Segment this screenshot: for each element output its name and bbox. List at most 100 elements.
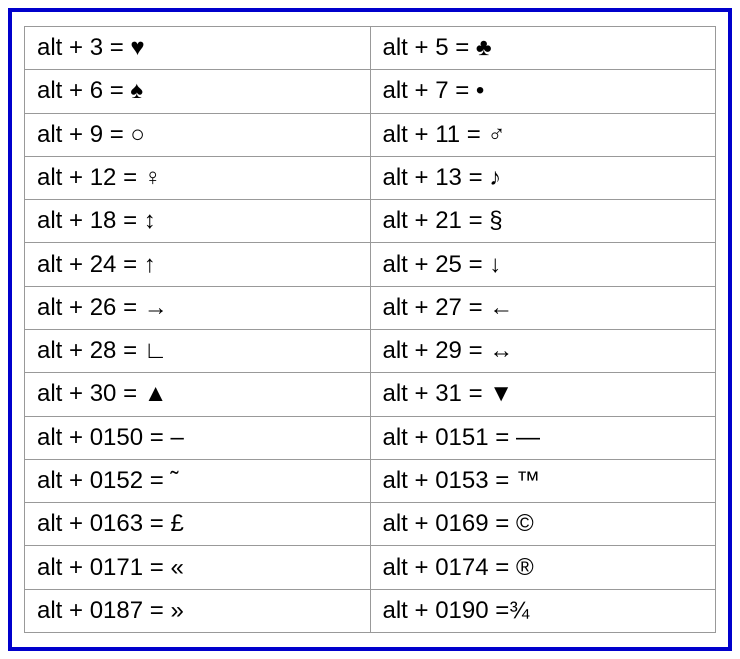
alt-code-text: alt + 0187 = [37, 597, 170, 624]
table-row: alt + 12 = ♀alt + 13 = ♪ [25, 156, 716, 199]
alt-code-symbol: • [476, 77, 484, 104]
alt-code-text: alt + 26 = [37, 294, 144, 321]
alt-code-text: alt + 0169 = [383, 510, 516, 537]
alt-code-cell-left: alt + 24 = ↑ [25, 243, 371, 286]
alt-code-text: alt + 28 = [37, 337, 144, 364]
alt-code-cell-left: alt + 0187 = » [25, 589, 371, 632]
alt-code-text: alt + 0152 = [37, 467, 170, 494]
alt-code-symbol: ™ [516, 467, 540, 494]
alt-code-symbol: ♪ [489, 164, 501, 191]
alt-code-text: alt + 27 = [383, 294, 490, 321]
alt-code-cell-right: alt + 29 = ↔ [370, 329, 716, 372]
alt-code-text: alt + 30 = [37, 380, 144, 407]
alt-code-cell-right: alt + 0151 = — [370, 416, 716, 459]
alt-code-cell-left: alt + 28 = ∟ [25, 329, 371, 372]
alt-code-symbol: ▼ [489, 380, 513, 407]
alt-code-text: alt + 5 = [383, 34, 476, 61]
alt-code-cell-left: alt + 9 = ○ [25, 113, 371, 156]
alt-code-symbol: ↕ [144, 207, 156, 234]
alt-code-cell-left: alt + 0150 = – [25, 416, 371, 459]
alt-code-symbol: — [516, 424, 540, 451]
table-row: alt + 30 = ▲alt + 31 = ▼ [25, 373, 716, 416]
table-row: alt + 24 = ↑alt + 25 = ↓ [25, 243, 716, 286]
alt-code-text: alt + 13 = [383, 164, 490, 191]
alt-code-reference-table: alt + 3 = ♥alt + 5 = ♣alt + 6 = ♠alt + 7… [8, 8, 732, 651]
alt-code-symbol: £ [170, 510, 183, 537]
alt-code-symbol: ¾ [509, 597, 529, 624]
alt-code-text: alt + 29 = [383, 337, 490, 364]
alt-code-symbol: © [516, 510, 534, 537]
alt-code-cell-right: alt + 27 = ← [370, 286, 716, 329]
table-row: alt + 3 = ♥alt + 5 = ♣ [25, 27, 716, 70]
alt-code-text: alt + 0150 = [37, 424, 170, 451]
alt-code-text: alt + 0151 = [383, 424, 516, 451]
table-row: alt + 0150 = –alt + 0151 = — [25, 416, 716, 459]
alt-code-cell-right: alt + 31 = ▼ [370, 373, 716, 416]
alt-code-cell-left: alt + 12 = ♀ [25, 156, 371, 199]
alt-code-cell-left: alt + 0152 = ˜ [25, 459, 371, 502]
alt-code-symbol: § [489, 207, 502, 234]
alt-code-symbol: ♂ [487, 121, 505, 148]
alt-code-text: alt + 0163 = [37, 510, 170, 537]
alt-code-symbol: ← [489, 294, 513, 321]
alt-code-text: alt + 7 = [383, 77, 476, 104]
alt-code-symbol: ○ [130, 121, 145, 148]
table-row: alt + 6 = ♠alt + 7 = • [25, 70, 716, 113]
alt-code-cell-right: alt + 7 = • [370, 70, 716, 113]
alt-code-text: alt + 9 = [37, 121, 130, 148]
table-row: alt + 28 = ∟alt + 29 = ↔ [25, 329, 716, 372]
alt-code-cell-right: alt + 0169 = © [370, 503, 716, 546]
alt-code-text: alt + 3 = [37, 34, 130, 61]
alt-code-cell-left: alt + 0163 = £ [25, 503, 371, 546]
alt-code-text: alt + 21 = [383, 207, 490, 234]
alt-code-symbol: → [144, 294, 168, 321]
alt-code-table: alt + 3 = ♥alt + 5 = ♣alt + 6 = ♠alt + 7… [24, 26, 716, 633]
alt-code-symbol: ® [516, 554, 534, 581]
table-row: alt + 0171 = «alt + 0174 = ® [25, 546, 716, 589]
table-row: alt + 0187 = »alt + 0190 =¾ [25, 589, 716, 632]
alt-code-cell-right: alt + 13 = ♪ [370, 156, 716, 199]
alt-code-symbol: ∟ [144, 337, 168, 364]
alt-code-cell-left: alt + 0171 = « [25, 546, 371, 589]
alt-code-cell-right: alt + 0190 =¾ [370, 589, 716, 632]
alt-code-text: alt + 18 = [37, 207, 144, 234]
alt-code-text: alt + 12 = [37, 164, 144, 191]
alt-code-symbol: « [170, 554, 183, 581]
alt-code-symbol: ↓ [489, 251, 501, 278]
alt-code-text: alt + 31 = [383, 380, 490, 407]
alt-code-text: alt + 0190 = [383, 597, 510, 624]
alt-code-symbol: ↑ [144, 251, 156, 278]
alt-code-cell-right: alt + 25 = ↓ [370, 243, 716, 286]
alt-code-cell-right: alt + 0153 = ™ [370, 459, 716, 502]
alt-code-cell-right: alt + 5 = ♣ [370, 27, 716, 70]
alt-code-symbol: ♠ [130, 77, 143, 104]
alt-code-text: alt + 24 = [37, 251, 144, 278]
alt-code-symbol: – [170, 424, 183, 451]
table-row: alt + 18 = ↕alt + 21 = § [25, 200, 716, 243]
alt-code-symbol: ▲ [144, 380, 168, 407]
alt-code-symbol: ♀ [144, 164, 162, 191]
alt-code-cell-right: alt + 0174 = ® [370, 546, 716, 589]
alt-code-symbol: ˜ [170, 467, 178, 494]
alt-code-text: alt + 0153 = [383, 467, 516, 494]
alt-code-cell-left: alt + 26 = → [25, 286, 371, 329]
alt-code-cell-right: alt + 11 = ♂ [370, 113, 716, 156]
alt-code-symbol: ♣ [476, 34, 492, 61]
alt-code-cell-left: alt + 6 = ♠ [25, 70, 371, 113]
alt-code-text: alt + 0171 = [37, 554, 170, 581]
alt-code-text: alt + 25 = [383, 251, 490, 278]
alt-code-cell-left: alt + 18 = ↕ [25, 200, 371, 243]
alt-code-cell-left: alt + 30 = ▲ [25, 373, 371, 416]
alt-code-text: alt + 11 = [383, 121, 488, 148]
alt-code-text: alt + 6 = [37, 77, 130, 104]
table-row: alt + 0163 = £alt + 0169 = © [25, 503, 716, 546]
alt-code-cell-left: alt + 3 = ♥ [25, 27, 371, 70]
table-row: alt + 26 = →alt + 27 = ← [25, 286, 716, 329]
alt-code-symbol: ↔ [489, 337, 513, 364]
alt-code-symbol: ♥ [130, 34, 144, 61]
alt-code-cell-right: alt + 21 = § [370, 200, 716, 243]
alt-code-text: alt + 0174 = [383, 554, 516, 581]
table-row: alt + 0152 = ˜alt + 0153 = ™ [25, 459, 716, 502]
table-row: alt + 9 = ○alt + 11 = ♂ [25, 113, 716, 156]
alt-code-symbol: » [170, 597, 183, 624]
